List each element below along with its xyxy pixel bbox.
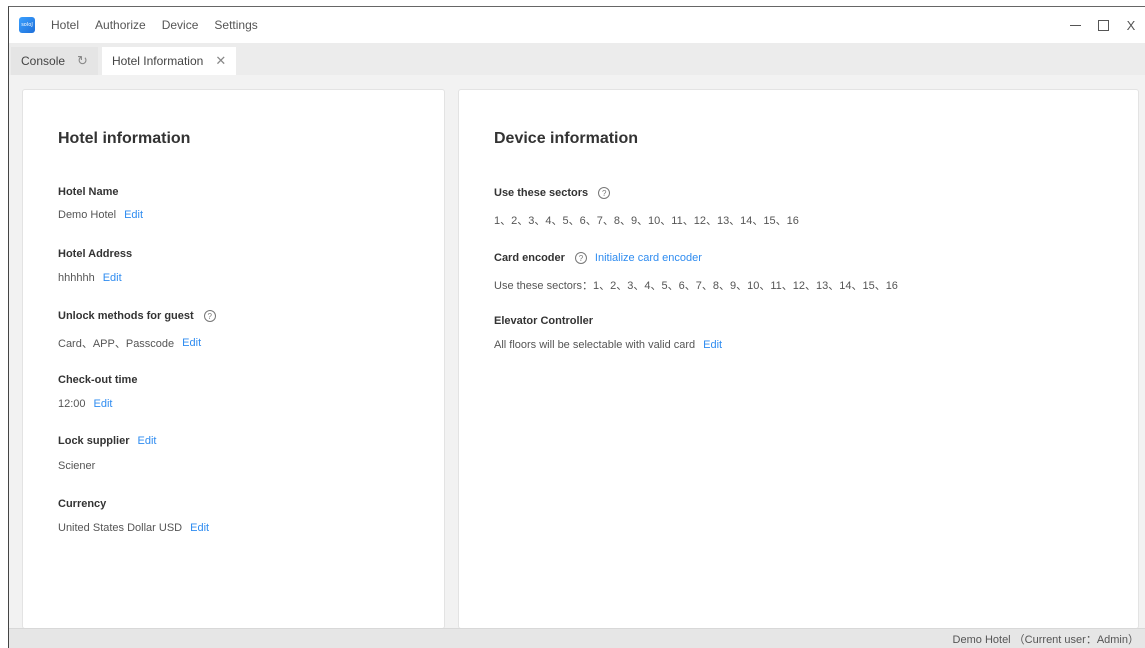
sectors-value: 1、2、3、4、5、6、7、8、9、10、11、12、13、14、15、16 (494, 215, 799, 227)
minimize-icon[interactable] (1061, 13, 1089, 37)
checkout-time-label-text: Check-out time (58, 374, 138, 386)
initialize-card-encoder-link[interactable]: Initialize card encoder (595, 252, 702, 264)
unlock-methods-label-text: Unlock methods for guest (58, 310, 194, 322)
lock-supplier-label-text: Lock supplier (58, 435, 130, 447)
close-window-icon[interactable]: X (1117, 13, 1145, 37)
hotel-panel-title: Hotel information (58, 130, 191, 147)
menu-device[interactable]: Device (162, 18, 199, 32)
refresh-icon[interactable]: ↻ (77, 53, 88, 69)
card-encoder-label: Card encoder ? Initialize card encoder (494, 252, 702, 264)
elevator-controller-edit-link[interactable]: Edit (703, 339, 722, 351)
hotel-address-label-text: Hotel Address (58, 248, 133, 260)
hotel-address-label: Hotel Address (58, 248, 132, 260)
checkout-time-value: 12:00 (58, 398, 86, 410)
hotel-address-edit-link[interactable]: Edit (103, 272, 122, 284)
unlock-methods-edit-link[interactable]: Edit (182, 337, 201, 349)
lock-supplier-edit-link[interactable]: Edit (138, 435, 157, 447)
status-bar-text: Demo Hotel （Current user：Admin） (952, 633, 1139, 646)
hotel-name-edit-link[interactable]: Edit (124, 209, 143, 221)
card-encoder-label-text: Card encoder (494, 252, 565, 264)
lock-supplier-row: Sciener (58, 460, 95, 472)
unlock-methods-row: Card、APP、Passcode Edit (58, 335, 201, 351)
checkout-time-edit-link[interactable]: Edit (94, 398, 113, 410)
sectors-label: Use these sectors ? (494, 187, 611, 199)
app-logo-icon: soloJ (19, 17, 35, 33)
hotel-address-value: hhhhhh (58, 272, 95, 284)
hotel-information-panel: Hotel information Hotel Name Demo Hotel … (22, 89, 445, 629)
elevator-controller-row: All floors will be selectable with valid… (494, 339, 722, 351)
close-icon[interactable]: ✕ (215, 53, 226, 69)
tab-hotel-information-label: Hotel Information (111, 54, 204, 68)
currency-label-text: Currency (58, 498, 107, 510)
maximize-icon[interactable] (1089, 13, 1117, 37)
tab-bar: Console ↻ Hotel Information ✕ (9, 43, 1145, 75)
menu-bar: Hotel Authorize Device Settings (51, 18, 274, 32)
hotel-address-row: hhhhhh Edit (58, 272, 122, 284)
title-bar: soloJ Hotel Authorize Device Settings X (9, 7, 1145, 43)
tab-console[interactable]: Console ↻ (11, 47, 98, 75)
hotel-name-row: Demo Hotel Edit (58, 209, 143, 221)
elevator-controller-value: All floors will be selectable with valid… (494, 339, 696, 351)
currency-value: United States Dollar USD (58, 522, 183, 534)
hotel-name-label-text: Hotel Name (58, 186, 119, 198)
sectors-label-text: Use these sectors (494, 187, 589, 199)
hotel-name-label: Hotel Name (58, 186, 119, 198)
lock-supplier-label: Lock supplier Edit (58, 435, 157, 447)
help-icon[interactable]: ? (598, 187, 611, 199)
encoder-sectors-value: Use these sectors：1、2、3、4、5、6、7、8、9、10、1… (494, 280, 898, 292)
unlock-methods-value: Card、APP、Passcode (58, 338, 175, 350)
device-panel-title: Device information (494, 130, 639, 147)
status-bar: Demo Hotel （Current user：Admin） (9, 628, 1145, 648)
menu-settings[interactable]: Settings (214, 18, 257, 32)
menu-authorize[interactable]: Authorize (95, 18, 146, 32)
currency-edit-link[interactable]: Edit (190, 522, 209, 534)
elevator-controller-label-text: Elevator Controller (494, 315, 594, 327)
app-window: soloJ Hotel Authorize Device Settings X … (8, 6, 1145, 648)
checkout-time-label: Check-out time (58, 374, 137, 386)
currency-label: Currency (58, 498, 106, 510)
tab-console-label: Console (21, 54, 66, 68)
hotel-name-value: Demo Hotel (58, 209, 117, 221)
app-logo-text: soloJ (21, 22, 33, 28)
device-information-panel: Device information Use these sectors ? 1… (458, 89, 1139, 629)
help-icon[interactable]: ? (203, 310, 216, 322)
currency-row: United States Dollar USD Edit (58, 522, 209, 534)
unlock-methods-label: Unlock methods for guest ? (58, 310, 216, 322)
checkout-time-row: 12:00 Edit (58, 398, 113, 410)
elevator-controller-label: Elevator Controller (494, 315, 593, 327)
lock-supplier-value: Sciener (58, 460, 96, 472)
menu-hotel[interactable]: Hotel (51, 18, 79, 32)
window-controls: X (1061, 7, 1145, 43)
help-icon[interactable]: ? (574, 252, 587, 264)
tab-hotel-information[interactable]: Hotel Information ✕ (101, 47, 237, 75)
